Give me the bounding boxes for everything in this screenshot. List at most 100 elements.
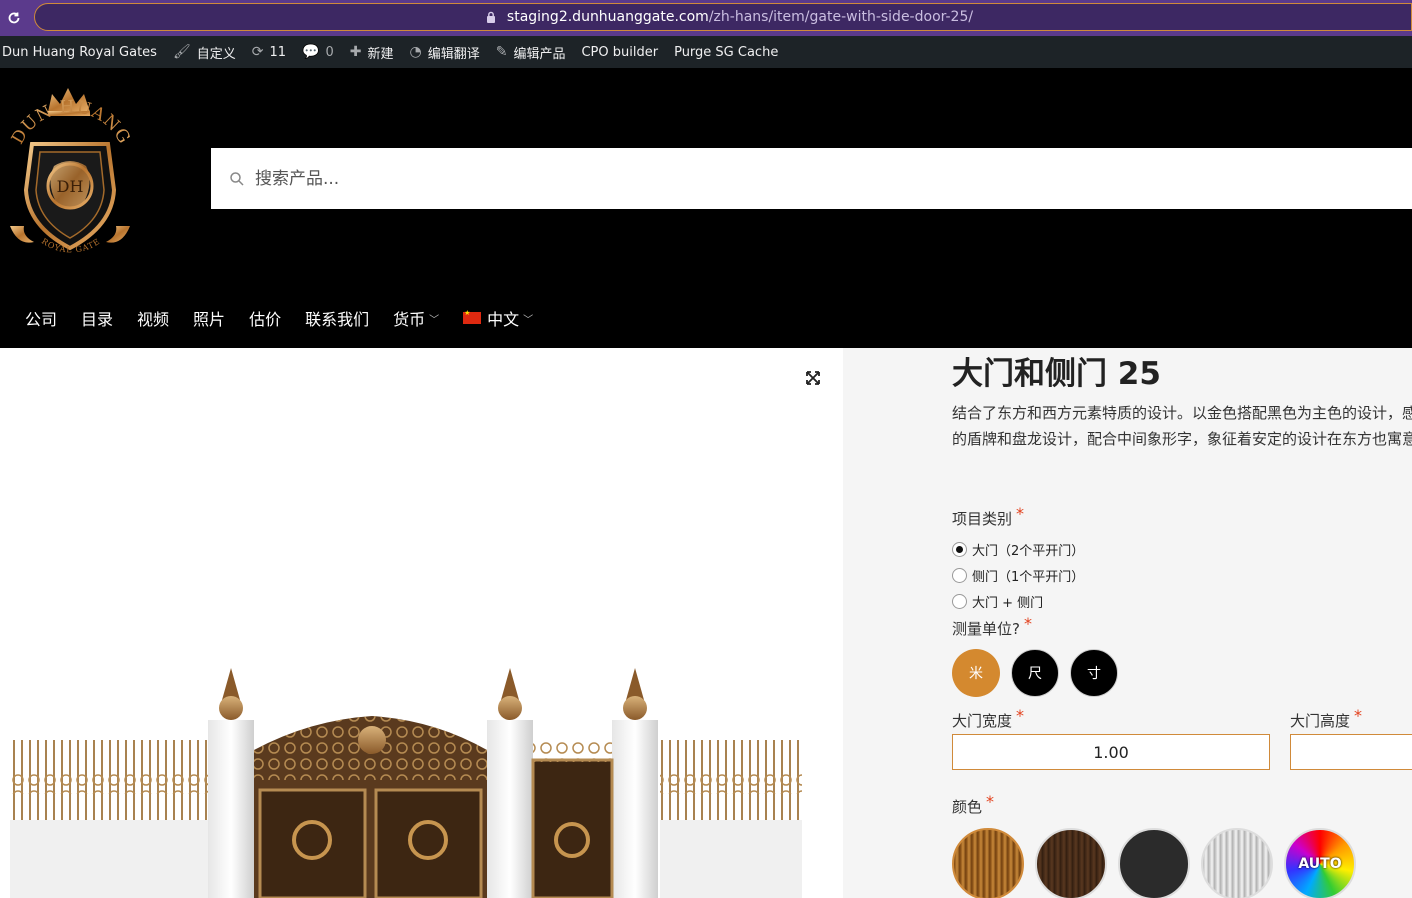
admin-customize[interactable]: 🖌 自定义 bbox=[165, 36, 244, 68]
browser-url-bar: staging2.dunhuanggate.com/zh-hans/item/g… bbox=[0, 0, 1412, 36]
radio-item-type-2[interactable]: 大门 + 侧门 bbox=[952, 592, 1043, 611]
search-input[interactable] bbox=[255, 168, 855, 189]
color-swatch-silver[interactable] bbox=[1201, 828, 1273, 898]
required-mark: * bbox=[1016, 706, 1025, 725]
nav-label: 目录 bbox=[81, 310, 114, 329]
color-swatch-black[interactable] bbox=[1118, 828, 1190, 898]
search-bar bbox=[211, 148, 1412, 209]
chevron-down-icon: ﹀ bbox=[429, 314, 440, 326]
address-field[interactable]: staging2.dunhuanggate.com/zh-hans/item/g… bbox=[34, 3, 1412, 31]
nav-item-language[interactable]: 中文﹀ bbox=[454, 306, 542, 330]
item-type-label: 项目类别 * bbox=[952, 504, 1024, 529]
admin-edit-translation-label: 编辑翻译 bbox=[427, 46, 480, 62]
color-swatch-dark-brown[interactable] bbox=[1035, 828, 1107, 898]
admin-new-label: 新建 bbox=[367, 46, 394, 62]
unit-button-chi[interactable]: 尺 bbox=[1011, 649, 1059, 697]
pencil-icon: ✎ bbox=[495, 44, 508, 60]
svg-text:DH: DH bbox=[57, 177, 84, 196]
color-swatch-bronze[interactable] bbox=[952, 828, 1024, 898]
color-label: 颜色 * bbox=[952, 792, 994, 817]
auto-label: AUTO bbox=[1298, 856, 1342, 872]
unit-button-label: 尺 bbox=[1028, 666, 1042, 682]
radio-label: 大门（2个平开门） bbox=[972, 544, 1085, 559]
chevron-down-icon: ﹀ bbox=[523, 314, 534, 326]
width-input[interactable]: 1.00 bbox=[952, 734, 1270, 770]
width-label: 大门宽度 * bbox=[952, 706, 1024, 731]
product-gallery bbox=[0, 348, 843, 898]
unit-button-meter[interactable]: 米 bbox=[952, 649, 1000, 697]
reload-icon[interactable] bbox=[0, 0, 28, 36]
admin-comments-count: 0 bbox=[325, 44, 334, 60]
admin-cpo-builder-label: CPO builder bbox=[581, 44, 659, 60]
item-type-label-text: 项目类别 bbox=[952, 510, 1013, 528]
admin-new[interactable]: ✚ 新建 bbox=[342, 36, 402, 68]
admin-edit-product-label: 编辑产品 bbox=[513, 46, 566, 62]
unit-label-text: 测量单位? bbox=[952, 620, 1020, 638]
nav-item-videos[interactable]: 视频 bbox=[128, 306, 178, 330]
site-logo[interactable]: DUN HUANG DH ROYAL GATE bbox=[4, 86, 136, 272]
required-mark: * bbox=[986, 792, 995, 811]
main-nav: 公司 目录 视频 照片 估价 联系我们 货币﹀ 中文﹀ bbox=[16, 306, 548, 330]
color-label-text: 颜色 bbox=[952, 798, 983, 816]
height-label: 大门高度 * bbox=[1290, 706, 1362, 731]
nav-item-company[interactable]: 公司 bbox=[16, 306, 66, 330]
nav-label: 联系我们 bbox=[305, 310, 370, 329]
update-icon: ⟳ bbox=[251, 44, 264, 60]
height-label-text: 大门高度 bbox=[1290, 712, 1351, 730]
admin-comments[interactable]: 💬 0 bbox=[294, 36, 342, 68]
unit-button-label: 寸 bbox=[1087, 666, 1101, 682]
admin-purge-cache-label: Purge SG Cache bbox=[674, 44, 779, 60]
search-icon bbox=[230, 171, 244, 186]
site-header: DUN HUANG DH ROYAL GATE 公司 目录 视频 照片 估价 联… bbox=[0, 68, 1412, 348]
admin-site-name-label: Dun Huang Royal Gates bbox=[2, 44, 157, 60]
plus-icon: ✚ bbox=[349, 44, 362, 60]
required-mark: * bbox=[1016, 504, 1025, 523]
color-swatch-auto[interactable]: AUTO bbox=[1284, 828, 1356, 898]
nav-label: 视频 bbox=[137, 310, 170, 329]
required-mark: * bbox=[1354, 706, 1363, 725]
radio-dot bbox=[952, 542, 967, 557]
admin-edit-translation[interactable]: ◔ 编辑翻译 bbox=[402, 36, 488, 68]
nav-item-quote[interactable]: 估价 bbox=[240, 306, 290, 330]
unit-label: 测量单位? * bbox=[952, 614, 1032, 639]
nav-label: 货币 bbox=[393, 310, 426, 329]
url-host: staging2.dunhuanggate.com bbox=[506, 9, 709, 25]
product-image[interactable] bbox=[10, 660, 802, 898]
admin-updates-count: 11 bbox=[269, 44, 287, 60]
nav-label: 估价 bbox=[249, 310, 282, 329]
svg-text:DUN HUANG: DUN HUANG bbox=[8, 97, 134, 148]
nav-item-contact[interactable]: 联系我们 bbox=[296, 306, 378, 330]
admin-customize-label: 自定义 bbox=[196, 46, 236, 62]
admin-updates[interactable]: ⟳ 11 bbox=[244, 36, 294, 68]
nav-item-catalog[interactable]: 目录 bbox=[72, 306, 122, 330]
fullscreen-icon[interactable] bbox=[805, 370, 821, 386]
admin-bar: Dun Huang Royal Gates 🖌 自定义 ⟳ 11 💬 0 ✚ 新建 ◔ 编… bbox=[0, 36, 1412, 68]
translate-icon: ◔ bbox=[409, 44, 422, 60]
lock-icon bbox=[486, 11, 495, 23]
product-panel: 大门和侧门 25 结合了东方和西方元素特质的设计。以金色搭配黑色为主色的设计，感… bbox=[843, 348, 1412, 898]
required-mark: * bbox=[1023, 614, 1032, 633]
unit-button-cun[interactable]: 寸 bbox=[1070, 649, 1118, 697]
radio-dot bbox=[952, 568, 967, 583]
nav-item-photos[interactable]: 照片 bbox=[184, 306, 234, 330]
product-title: 大门和侧门 25 bbox=[952, 356, 1161, 392]
product-description: 结合了东方和西方元素特质的设计。以金色搭配黑色为主色的设计，感觉。正门上方的盾牌… bbox=[952, 404, 1412, 448]
width-label-text: 大门宽度 bbox=[952, 712, 1013, 730]
radio-label: 大门 + 侧门 bbox=[972, 596, 1044, 611]
comment-icon: 💬 bbox=[302, 44, 320, 60]
nav-label: 照片 bbox=[193, 310, 226, 329]
height-input[interactable] bbox=[1290, 734, 1412, 770]
admin-purge-cache[interactable]: Purge SG Cache bbox=[666, 36, 786, 68]
admin-cpo-builder[interactable]: CPO builder bbox=[573, 36, 666, 68]
brush-icon: 🖌 bbox=[172, 44, 191, 60]
unit-button-label: 米 bbox=[969, 666, 983, 682]
admin-site-name[interactable]: Dun Huang Royal Gates bbox=[0, 36, 165, 68]
url-path: /zh-hans/item/gate-with-side-door-25/ bbox=[708, 9, 974, 25]
nav-label: 公司 bbox=[25, 310, 58, 329]
radio-label: 侧门（1个平开门） bbox=[972, 570, 1085, 585]
radio-item-type-1[interactable]: 侧门（1个平开门） bbox=[952, 566, 1084, 585]
admin-edit-product[interactable]: ✎ 编辑产品 bbox=[488, 36, 574, 68]
radio-item-type-0[interactable]: 大门（2个平开门） bbox=[952, 540, 1084, 559]
nav-item-currency[interactable]: 货币 ﹀ bbox=[384, 306, 448, 330]
width-value: 1.00 bbox=[1093, 742, 1129, 762]
